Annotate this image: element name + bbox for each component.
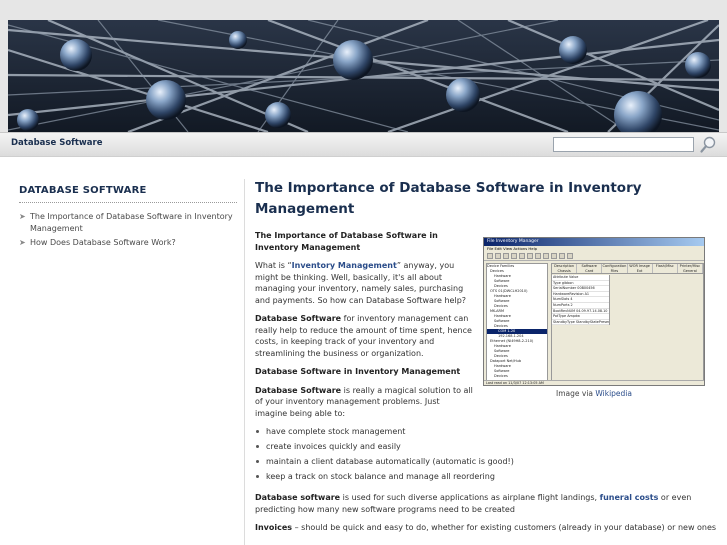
p2-bold: Database Software: [255, 314, 342, 323]
toolbar-icon: [527, 253, 533, 259]
p3-bold: Database Software: [255, 385, 342, 395]
screenshot-tab: Software Card: [577, 264, 603, 273]
magnifier-icon: [700, 136, 716, 153]
bullet-dot-icon: [256, 445, 259, 448]
search-button[interactable]: [699, 135, 717, 154]
column-divider: [244, 179, 245, 545]
funeral-costs-link[interactable]: funeral costs: [600, 493, 659, 502]
sidebar-link-importance[interactable]: The Importance of Database Software in I…: [30, 212, 233, 233]
subheading-text: The Importance of Database Software in I…: [255, 231, 438, 252]
screenshot-tab: Configuration Files: [602, 264, 628, 273]
paragraph-5: Invoices – should be quick and easy to d…: [255, 522, 720, 534]
screenshot-detail-pane: Description Chassis Software Card Config…: [551, 263, 704, 381]
screenshot-attribute-grid: Attribute Value Type gibbon SerialNumber…: [552, 275, 610, 326]
paragraph-4: Database software is used for such diver…: [255, 492, 720, 515]
toolbar-icon: [559, 253, 565, 259]
toolbar-icon: [519, 253, 525, 259]
toolbar-icon: [567, 253, 573, 259]
sidebar-link-how-works[interactable]: How Does Database Software Work?: [30, 238, 176, 247]
toolbar-icon: [543, 253, 549, 259]
screenshot-statusbar: Last read on 11/3/07 12:13:05 AM: [484, 380, 704, 385]
paragraph-3: Database Software is really a magical so…: [255, 385, 473, 420]
screenshot-title: File Inventory Manager: [484, 238, 704, 246]
bullet-dot-icon: [256, 475, 259, 478]
grid-row: StandbyType StandbyStatePresent: [552, 319, 609, 326]
page: Database Software DATABASE SOFTWARE ➤ Th…: [0, 0, 727, 545]
feature-list: have complete stock management create in…: [255, 426, 720, 482]
list-item-text: create invoices quickly and easily: [266, 442, 401, 451]
p5-text: – should be quick and easy to do, whethe…: [292, 523, 717, 532]
figure-caption: Image via Wikipedia: [483, 389, 705, 398]
p5-bold: Invoices: [255, 523, 293, 532]
site-header: Database Software: [0, 0, 727, 157]
screenshot-tabs: Description Chassis Software Card Config…: [552, 264, 704, 274]
screenshot-tab: Flash/Misc: [653, 264, 678, 273]
site-title-link[interactable]: Database Software: [11, 138, 102, 148]
list-item: keep a track on stock balance and manage…: [255, 471, 720, 482]
inventory-manager-screenshot[interactable]: File Inventory Manager File Edit View Ac…: [483, 237, 705, 386]
search-input[interactable]: [553, 137, 694, 152]
caption-text: Image via: [556, 389, 596, 398]
bullet-dot-icon: [256, 430, 259, 433]
list-item-text: keep a track on stock balance and manage…: [266, 472, 495, 481]
sidebar-item: ➤ How Does Database Software Work?: [19, 237, 237, 249]
section-heading: Database Software in Inventory Managemen…: [255, 366, 473, 378]
p4-bold: Database software: [255, 493, 341, 502]
p1-text: What is “: [255, 261, 292, 270]
arrow-bullet-icon: ➤: [19, 238, 26, 247]
sidebar-links: ➤ The Importance of Database Software in…: [19, 211, 237, 249]
sidebar-heading: DATABASE SOFTWARE: [19, 185, 237, 203]
toolbar-icon: [535, 253, 541, 259]
article-figure: File Inventory Manager File Edit View Ac…: [483, 237, 705, 398]
article-subheading: The Importance of Database Software in I…: [255, 230, 473, 253]
sidebar: DATABASE SOFTWARE ➤ The Importance of Da…: [19, 185, 237, 251]
toolbar-icon: [511, 253, 517, 259]
list-item-text: have complete stock management: [266, 427, 406, 436]
header-banner-image: [8, 20, 719, 132]
screenshot-tab: Printer/Misc General: [678, 264, 704, 273]
bullet-dot-icon: [256, 460, 259, 463]
screenshot-tab: WOR Image Ext: [628, 264, 653, 273]
list-item: have complete stock management: [255, 426, 720, 437]
toolbar-icon: [487, 253, 493, 259]
tree-node: Devices: [494, 374, 508, 378]
list-item: create invoices quickly and easily: [255, 441, 720, 452]
screenshot-toolbar: [484, 252, 704, 261]
nav-bar: Database Software: [0, 132, 727, 156]
screenshot-tab: Description Chassis: [552, 264, 578, 273]
list-item: maintain a client database automatically…: [255, 456, 720, 467]
arrow-bullet-icon: ➤: [19, 212, 26, 221]
screenshot-tree: Device Families Devices Hardware Softwar…: [486, 263, 548, 381]
paragraph-2: Database Software for inventory manageme…: [255, 313, 473, 359]
paragraph-1: What is “Inventory Management” anyway, y…: [255, 260, 473, 306]
toolbar-icon: [495, 253, 501, 259]
sidebar-item: ➤ The Importance of Database Software in…: [19, 211, 237, 235]
wikipedia-link[interactable]: Wikipedia: [595, 389, 632, 398]
article-title: The Importance of Database Software in I…: [255, 180, 642, 217]
list-item-text: maintain a client database automatically…: [266, 457, 514, 466]
section-heading-text: Database Software in Inventory Managemen…: [255, 367, 461, 376]
inventory-management-link[interactable]: Inventory Management: [292, 261, 397, 270]
toolbar-icon: [551, 253, 557, 259]
p4-text: is used for such diverse applications as…: [340, 493, 600, 502]
toolbar-icon: [503, 253, 509, 259]
